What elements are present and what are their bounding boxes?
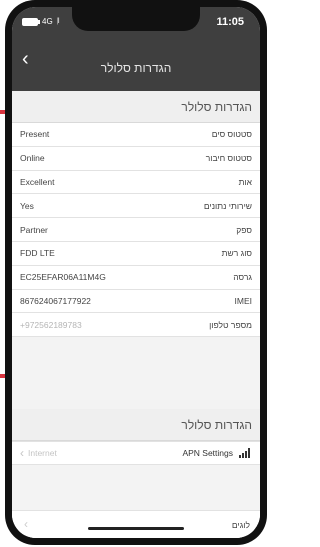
- chevron-left-icon: ‹: [20, 446, 24, 460]
- screen: 4G |ll 11:05 ‹ הגדרות סלולר הגדרות סלולר…: [12, 7, 260, 538]
- section-header-cellular-2: הגדרות סלולר: [12, 409, 260, 441]
- cellular-info-list: Present סטטוס סים Online סטטוס חיבור Exc…: [12, 123, 260, 338]
- page-title: הגדרות סלולר: [100, 61, 172, 75]
- list-item-imei: 867624067177922 IMEI: [12, 290, 260, 314]
- status-bar: 4G |ll 11:05: [12, 13, 260, 33]
- row-value: 867624067177922: [20, 295, 91, 306]
- clock: 11:05: [216, 16, 244, 28]
- phone-frame: 4G |ll 11:05 ‹ הגדרות סלולר הגדרות סלולר…: [5, 0, 267, 545]
- list-item-phone-number: +972562189783 מספר טלפון: [12, 313, 260, 338]
- battery-icon: [22, 17, 40, 26]
- row-value: EC25EFAR06A11M4G: [20, 272, 106, 283]
- list-item-network-type: FDD LTE סוג רשת: [12, 242, 260, 266]
- logs-row[interactable]: ‹ לוגים: [12, 510, 260, 538]
- row-label: מספר טלפון: [209, 319, 252, 330]
- signal-bars-icon: [239, 448, 250, 458]
- list-item-sim-status: Present סטטוס סים: [12, 123, 260, 147]
- list-item-data-services: Yes שירותי נתונים: [12, 194, 260, 219]
- network-type: 4G: [42, 17, 53, 26]
- row-value: Partner: [20, 224, 48, 235]
- signal-strength-text: |ll: [56, 18, 60, 25]
- row-label: ספק: [236, 224, 252, 235]
- row-value: FDD LTE: [20, 248, 55, 259]
- section-title: הגדרות סלולר: [181, 418, 252, 432]
- status-left: 4G |ll: [22, 17, 60, 26]
- row-value: Online: [20, 153, 45, 164]
- section-header-cellular: הגדרות סלולר: [12, 91, 260, 123]
- row-label: גרסה: [233, 272, 252, 283]
- content: הגדרות סלולר Present סטטוס סים Online סט…: [12, 91, 260, 538]
- internet-back-link[interactable]: ‹ Internet: [20, 447, 57, 459]
- list-item-provider: Partner ספק: [12, 218, 260, 242]
- row-value: Excellent: [20, 176, 55, 187]
- row-label: סטטוס סים: [211, 129, 252, 140]
- list-item-version: EC25EFAR06A11M4G גרסה: [12, 266, 260, 290]
- section-title: הגדרות סלולר: [181, 100, 252, 114]
- row-label: סטטוס חיבור: [205, 153, 252, 164]
- apn-settings-row[interactable]: ‹ Internet APN Settings: [12, 441, 260, 465]
- row-value: Yes: [20, 200, 34, 211]
- apn-title-group: APN Settings: [182, 448, 250, 458]
- home-indicator: [88, 527, 184, 530]
- row-value: Present: [20, 129, 50, 140]
- top-bar: 4G |ll 11:05 ‹ הגדרות סלולר: [12, 7, 260, 91]
- chevron-left-icon: ‹: [24, 517, 28, 531]
- row-label: אות: [238, 176, 252, 187]
- list-item-signal: Excellent אות: [12, 171, 260, 195]
- list-item-connection-status: Online סטטוס חיבור: [12, 147, 260, 171]
- row-label: IMEI: [234, 295, 252, 306]
- row-label: שירותי נתונים: [203, 200, 252, 211]
- apn-back-label: Internet: [28, 448, 57, 458]
- nav-bar: ‹ הגדרות סלולר: [12, 45, 260, 85]
- row-value: +972562189783: [20, 319, 82, 330]
- logs-label: לוגים: [231, 520, 250, 530]
- apn-label: APN Settings: [182, 448, 233, 458]
- row-label: סוג רשת: [221, 248, 252, 259]
